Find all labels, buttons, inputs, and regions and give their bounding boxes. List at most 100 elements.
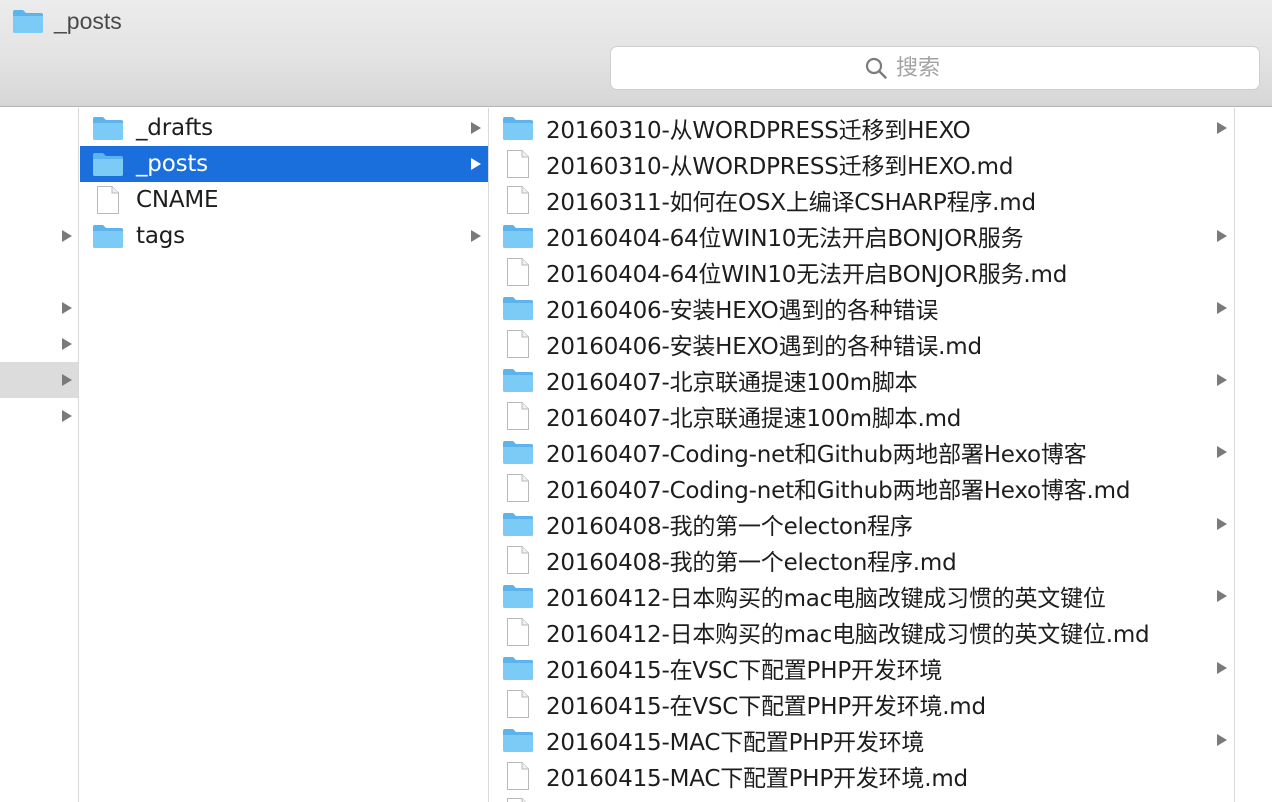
folder-icon-wrap — [502, 438, 534, 466]
disclosure-arrow-icon[interactable] — [1217, 374, 1227, 386]
item-label: 20160415-在VSC下配置PHP开发环境 — [546, 658, 943, 684]
folder-icon-wrap — [502, 222, 534, 250]
folder-icon — [503, 729, 533, 752]
folder-row[interactable]: 20160415-在VSC下配置PHP开发环境 — [490, 650, 1234, 686]
column-row[interactable] — [0, 110, 78, 146]
item-label: _drafts — [136, 115, 213, 141]
document-icon-wrap — [502, 546, 534, 574]
document-icon-wrap — [502, 186, 534, 214]
disclosure-arrow-icon[interactable] — [1217, 518, 1227, 530]
item-label: 20160415-MAC下配置PHP开发环境.md — [546, 766, 968, 792]
item-label: 20160310-从WORDPRESS迁移到HEXO.md — [546, 154, 1014, 180]
folder-icon-wrap — [92, 150, 124, 178]
item-label: tags — [136, 223, 185, 249]
file-row[interactable]: 20160407-Coding-net和Github两地部署Hexo博客.md — [490, 470, 1234, 506]
folder-row[interactable]: 20160407-Coding-net和Github两地部署Hexo博客 — [490, 434, 1234, 470]
item-label: 20160404-64位WIN10无法开启BONJOR服务 — [546, 226, 1024, 252]
file-row[interactable]: 20160406-安装HEXO遇到的各种错误.md — [490, 326, 1234, 362]
file-row[interactable]: 20160408-我的第一个electon程序.md — [490, 542, 1234, 578]
column-row[interactable] — [0, 146, 78, 182]
folder-icon-wrap — [502, 510, 534, 538]
column-1[interactable]: _drafts _posts CNAME tags — [80, 108, 489, 802]
file-row[interactable]: 20160311-如何在OSX上编译CSHARP程序.md — [490, 182, 1234, 218]
document-icon — [507, 330, 529, 358]
folder-row[interactable]: 20160408-我的第一个electon程序 — [490, 506, 1234, 542]
file-row[interactable]: 20160310-从WORDPRESS迁移到HEXO.md — [490, 146, 1234, 182]
folder-row[interactable]: _posts — [80, 146, 488, 182]
folder-icon — [93, 225, 123, 248]
folder-row[interactable]: 20160310-从WORDPRESS迁移到HEXO — [490, 110, 1234, 146]
document-icon — [507, 546, 529, 574]
item-label: 20160407-北京联通提速100m脚本.md — [546, 406, 962, 432]
disclosure-arrow-icon[interactable] — [471, 158, 481, 170]
disclosure-arrow-icon[interactable] — [1217, 446, 1227, 458]
document-icon — [507, 186, 529, 214]
document-icon-wrap — [502, 762, 534, 790]
search-field[interactable] — [610, 46, 1260, 90]
document-icon — [507, 474, 529, 502]
disclosure-arrow-icon[interactable] — [62, 230, 72, 242]
item-label: 20160408-我的第一个electon程序 — [546, 514, 913, 540]
column-row[interactable] — [0, 254, 78, 290]
column-row[interactable] — [0, 398, 78, 434]
item-label: 20160407-Coding-net和Github两地部署Hexo博客.md — [546, 478, 1131, 504]
file-row[interactable]: 20160415-MAC下配置PHP开发环境.md — [490, 758, 1234, 794]
folder-row[interactable]: 20160415-MAC下配置PHP开发环境 — [490, 722, 1234, 758]
file-row[interactable]: 20160404-64位WIN10无法开启BONJOR服务.md — [490, 254, 1234, 290]
column-3[interactable] — [1236, 108, 1272, 802]
folder-row[interactable]: _drafts — [80, 110, 488, 146]
item-label: 20160412-日本购买的mac电脑改键成习惯的英文键位 — [546, 586, 1106, 612]
folder-icon — [503, 225, 533, 248]
column-row[interactable] — [0, 326, 78, 362]
item-label: 20160415-在VSC下配置PHP开发环境.md — [546, 694, 986, 720]
file-row[interactable] — [490, 794, 1234, 802]
disclosure-arrow-icon[interactable] — [62, 374, 72, 386]
item-label: 20160404-64位WIN10无法开启BONJOR服务.md — [546, 262, 1068, 288]
file-row[interactable]: 20160415-在VSC下配置PHP开发环境.md — [490, 686, 1234, 722]
document-icon-wrap — [502, 330, 534, 358]
item-label: 20160412-日本购买的mac电脑改键成习惯的英文键位.md — [546, 622, 1150, 648]
document-icon — [507, 798, 527, 802]
item-label: 20160408-我的第一个electon程序.md — [546, 550, 957, 576]
column-2[interactable]: 20160310-从WORDPRESS迁移到HEXO 20160310-从WORD… — [490, 108, 1235, 802]
folder-row[interactable]: 20160406-安装HEXO遇到的各种错误 — [490, 290, 1234, 326]
folder-row[interactable]: tags — [80, 218, 488, 254]
disclosure-arrow-icon[interactable] — [471, 122, 481, 134]
disclosure-arrow-icon[interactable] — [62, 338, 72, 350]
document-icon — [507, 402, 529, 430]
document-icon — [507, 150, 529, 178]
disclosure-arrow-icon[interactable] — [1217, 590, 1227, 602]
folder-row[interactable]: 20160412-日本购买的mac电脑改键成习惯的英文键位 — [490, 578, 1234, 614]
item-label: 20160310-从WORDPRESS迁移到HEXO — [546, 118, 971, 144]
search-icon — [865, 57, 887, 79]
disclosure-arrow-icon[interactable] — [1217, 122, 1227, 134]
file-row[interactable]: 20160407-北京联通提速100m脚本.md — [490, 398, 1234, 434]
column-row[interactable] — [0, 362, 78, 398]
disclosure-arrow-icon[interactable] — [62, 302, 72, 314]
document-icon-wrap — [502, 402, 534, 430]
folder-row[interactable]: 20160407-北京联通提速100m脚本 — [490, 362, 1234, 398]
folder-icon-wrap — [92, 222, 124, 250]
file-row[interactable]: 20160412-日本购买的mac电脑改键成习惯的英文键位.md — [490, 614, 1234, 650]
disclosure-arrow-icon[interactable] — [1217, 230, 1227, 242]
document-icon-wrap — [92, 186, 124, 214]
disclosure-arrow-icon[interactable] — [62, 410, 72, 422]
column-row[interactable] — [0, 182, 78, 218]
folder-icon-wrap — [502, 654, 534, 682]
disclosure-arrow-icon[interactable] — [1217, 302, 1227, 314]
document-icon — [507, 618, 529, 646]
column-row[interactable] — [0, 290, 78, 326]
folder-icon-wrap — [502, 582, 534, 610]
folder-row[interactable]: 20160404-64位WIN10无法开启BONJOR服务 — [490, 218, 1234, 254]
folder-icon-wrap — [502, 726, 534, 754]
disclosure-arrow-icon[interactable] — [471, 230, 481, 242]
document-icon — [97, 186, 119, 214]
disclosure-arrow-icon[interactable] — [1217, 734, 1227, 746]
column-row[interactable] — [0, 218, 78, 254]
file-row[interactable]: CNAME — [80, 182, 488, 218]
document-icon-wrap — [502, 690, 534, 718]
column-0[interactable] — [0, 108, 79, 802]
window-title-text: _posts — [54, 7, 122, 34]
search-input[interactable] — [896, 55, 1006, 81]
disclosure-arrow-icon[interactable] — [1217, 662, 1227, 674]
